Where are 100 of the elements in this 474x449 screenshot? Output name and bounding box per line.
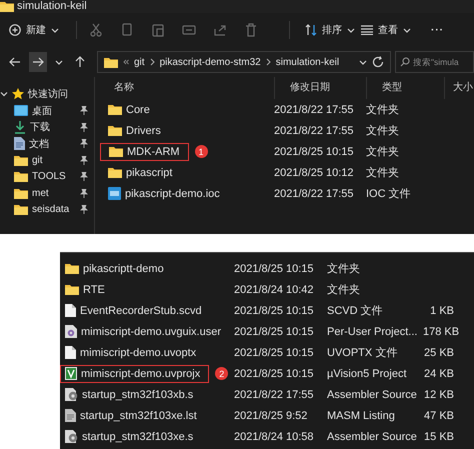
date-cell-text: 2021/8/25 10:15 [274,146,355,158]
date-cell-text: 2021/8/25 10:15 [234,326,315,338]
caret-icon [51,26,59,34]
file-name[interactable]: RTE [83,284,105,296]
column-header[interactable]: 大小 [444,77,474,99]
file-name[interactable]: startup_stm32f103xb.s [82,388,194,400]
size-cell: 25 KB [423,346,454,358]
file-name[interactable]: EventRecorderStub.scvd [80,304,202,316]
delete-icon[interactable] [244,23,258,37]
folder-icon [108,104,122,115]
sidebar-item[interactable]: seisdata [32,204,70,216]
copy-icon[interactable] [120,23,134,37]
date-cell-text: 2021/8/22 17:55 [274,104,355,116]
file-name[interactable]: MDK-ARM [127,146,180,158]
view-button[interactable]: 查看 [358,19,414,41]
folder-icon [14,188,28,199]
size-cell: 178 KB [423,326,460,338]
window-title: simulation-keil [17,1,87,12]
sidebar-item[interactable]: 桌面 [32,104,52,118]
gear-file-icon [65,388,78,401]
folder-icon [14,171,28,182]
type-cell-text: 文件夹 [366,124,400,138]
paste-icon[interactable] [151,23,165,37]
file-name[interactable]: mimiscript-demo.uvguix.user [81,326,221,338]
folder-icon [109,146,123,157]
type-cell-text: Assembler Source [327,430,418,442]
date-cell-text: 2021/8/25 10:15 [234,368,315,380]
caret-icon[interactable] [55,58,63,66]
chevron-down-icon[interactable] [0,90,8,98]
address-bar[interactable]: git pikascript-demo-stm32 simulation-keil [97,51,391,73]
search-field[interactable]: 搜索"simula [395,51,474,73]
folder-icon [108,125,122,136]
type-cell-text: IOC 文件 [366,186,412,201]
more-button[interactable]: ··· [428,19,447,41]
size-cell: 12 KB [423,388,454,400]
caret-icon [403,26,411,34]
refresh-icon[interactable] [372,56,384,68]
size-cell: 24 KB [423,368,454,380]
date-cell-text: 2021/8/22 17:55 [234,388,315,400]
date-cell-text: 2021/8/25 10:12 [274,166,355,178]
file-name[interactable]: Core [126,104,150,116]
file-name[interactable]: pikascript-demo.ioc [125,188,220,200]
type-cell-text: MASM Listing [327,410,396,422]
sidebar-item[interactable]: 文档 [29,136,49,151]
ioc-file-icon [108,187,121,200]
forward-button[interactable] [29,52,47,72]
sidebar-item[interactable]: 快速访问 [28,87,68,102]
type-cell-text: 文件夹 [366,102,400,117]
type-cell-text: Per-User Project... [327,326,418,338]
sidebar-item[interactable]: git [32,154,43,166]
file-name[interactable]: startup_stm32f103xe.lst [80,410,197,422]
double-chevron-icon [123,59,129,65]
date-cell-text: 2021/8/25 10:15 [234,262,315,274]
column-header[interactable]: 名称 [99,77,274,99]
caret-icon[interactable] [359,58,367,66]
share-icon[interactable] [213,23,227,37]
search-icon [400,57,410,67]
new-button[interactable]: 新建 [6,19,62,41]
chevron-icon [150,58,155,66]
up-arrow-icon[interactable] [75,56,85,68]
document-icon [65,409,76,422]
column-header[interactable]: 类型 [366,77,444,99]
plus-circle-icon [9,24,21,36]
file-name[interactable]: Drivers [126,124,161,136]
file-icon [65,346,76,359]
size-cell-text: 1 KB [429,304,454,316]
breadcrumb-link[interactable]: pikascript-demo-stm32 [160,56,261,68]
date-cell-text: 2021/8/25 9:52 [234,410,308,422]
sidebar-item[interactable]: 下载 [30,120,50,134]
folder-icon [0,1,14,12]
sort-button[interactable]: 排序 [302,19,358,41]
type-cell-text: UVOPTX 文件 [327,346,398,360]
number-badge: 2 [215,367,228,380]
date-cell-text: 2021/8/25 10:15 [234,304,315,316]
forward-arrow-icon [32,57,44,67]
type-cell-text: 文件夹 [366,166,400,180]
settings-file-icon [65,325,77,338]
rename-icon[interactable] [182,23,196,37]
breadcrumb-link[interactable]: simulation-keil [276,56,340,68]
folder-icon [104,56,118,68]
project-file-icon [65,367,77,380]
date-cell-text: 2021/8/25 10:15 [234,346,315,358]
file-name[interactable]: pikascript [126,166,172,178]
type-cell-text: SCVD 文件 [327,304,384,318]
file-name[interactable]: mimiscript-demo.uvprojx [81,368,200,380]
cut-icon[interactable] [89,23,103,37]
sidebar-item[interactable]: met [32,188,49,199]
file-name[interactable]: pikascriptt-demo [83,262,164,274]
file-name[interactable]: startup_stm32f103xe.s [82,430,194,442]
file-icon [65,304,76,317]
sort-icon [305,24,317,36]
folder-icon [65,263,79,274]
column-header[interactable]: 修改日期 [274,77,366,99]
file-name[interactable]: mimiscript-demo.uvoptx [80,346,196,358]
type-cell-text: Assembler Source [327,388,418,400]
gear-file-icon [65,430,78,443]
document-icon [14,137,25,150]
back-arrow-icon[interactable] [9,57,21,67]
breadcrumb-link[interactable]: git [134,56,145,68]
sidebar-item[interactable]: TOOLS [32,171,66,182]
